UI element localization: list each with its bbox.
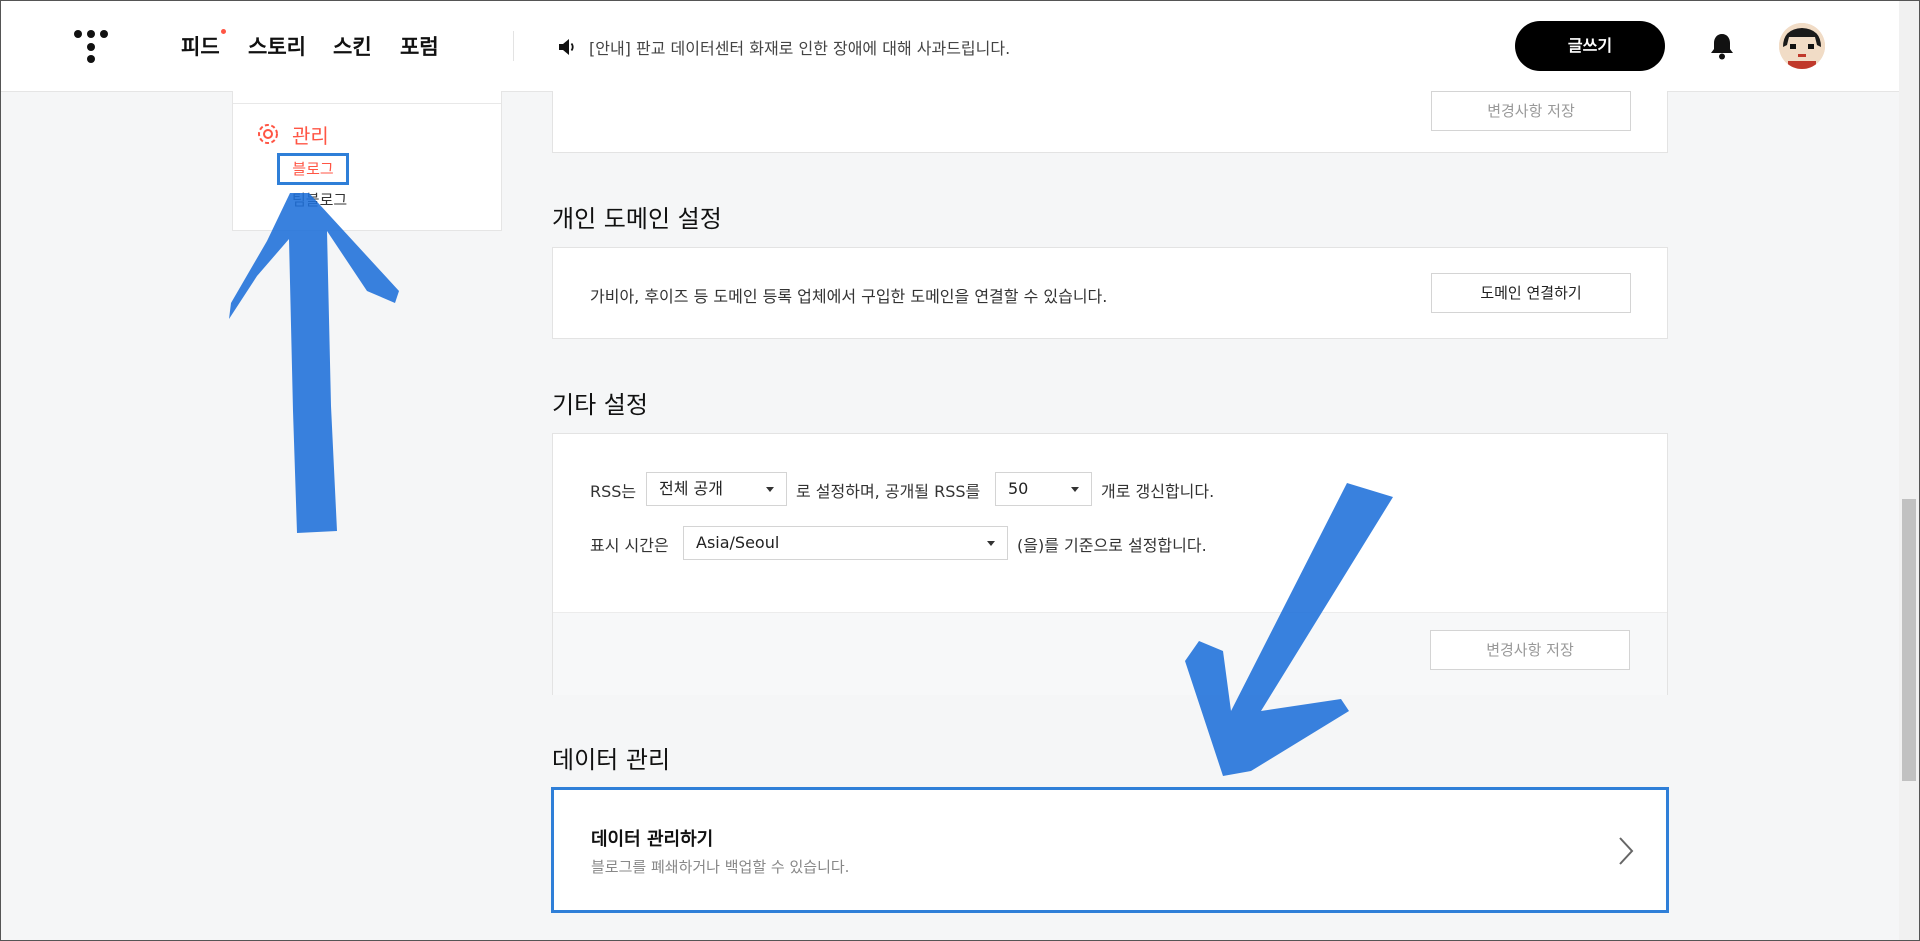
nav-feed-label: 피드 (181, 35, 220, 59)
dropdown-caret-icon (1071, 487, 1079, 492)
etc-section-title: 기타 설정 (552, 391, 648, 419)
timezone-suffix-text: (을)를 기준으로 설정합니다. (1017, 536, 1207, 555)
nav-forum[interactable]: 포럼 (400, 31, 439, 61)
new-indicator-dot (220, 29, 226, 34)
rss-visibility-value: 전체 공개 (659, 479, 723, 498)
rss-count-value: 50 (1008, 479, 1029, 498)
nav-feed[interactable]: 피드 (181, 29, 226, 61)
etc-save-button[interactable]: 변경사항 저장 (1430, 630, 1630, 670)
nav-skin-label: 스킨 (333, 35, 372, 59)
sidebar-divider (233, 103, 501, 104)
notice-banner[interactable]: [안내] 판교 데이터센터 화재로 인한 장애에 대해 사과드립니다. (557, 35, 1010, 59)
dropdown-caret-icon (766, 487, 774, 492)
rss-visibility-select[interactable]: 전체 공개 (646, 472, 787, 506)
previous-save-button[interactable]: 변경사항 저장 (1431, 91, 1631, 131)
annotation-arrow-up-icon (229, 193, 399, 533)
domain-section-card: 가비아, 후이즈 등 도메인 등록 업체에서 구입한 도메인을 연결할 수 있습… (552, 247, 1668, 339)
top-header: 피드 스토리 스킨 포럼 [안내] 판교 데이터센터 화재로 인한 장애에 대해… (1, 1, 1899, 92)
notice-text: [안내] 판교 데이터센터 화재로 인한 장애에 대해 사과드립니다. (589, 39, 1011, 58)
scrollbar-thumb[interactable] (1902, 499, 1916, 781)
sidebar-subitem-blog[interactable]: 블로그 (277, 153, 349, 185)
nav-forum-label: 포럼 (400, 35, 439, 59)
nav-story[interactable]: 스토리 (248, 31, 306, 61)
nav-story-label: 스토리 (248, 35, 306, 59)
rss-mid-text: 로 설정하며, 공개될 RSS를 (796, 482, 981, 501)
manage-data-description: 블로그를 폐쇄하거나 백업할 수 있습니다. (591, 858, 850, 876)
timezone-value: Asia/Seoul (696, 533, 780, 552)
domain-section-title: 개인 도메인 설정 (552, 205, 722, 233)
chevron-right-icon (1619, 837, 1634, 865)
manage-data-title: 데이터 관리하기 (591, 829, 714, 850)
timezone-select[interactable]: Asia/Seoul (683, 526, 1008, 560)
vertical-scrollbar[interactable] (1899, 1, 1919, 940)
domain-description: 가비아, 후이즈 등 도메인 등록 업체에서 구입한 도메인을 연결할 수 있습… (590, 287, 1108, 306)
timezone-prefix-text: 표시 시간은 (590, 536, 669, 555)
connect-domain-button[interactable]: 도메인 연결하기 (1431, 273, 1631, 313)
etc-section-card: RSS는 전체 공개 로 설정하며, 공개될 RSS를 50 개로 갱신합니다.… (552, 433, 1668, 695)
tistory-logo[interactable] (73, 29, 109, 63)
user-avatar[interactable] (1779, 23, 1825, 69)
previous-section-card: 변경사항 저장 (552, 91, 1668, 153)
annotation-arrow-down-icon (1185, 483, 1393, 776)
speaker-icon (559, 39, 574, 55)
etc-card-footer: 변경사항 저장 (553, 612, 1667, 695)
dropdown-caret-icon (987, 541, 995, 546)
nav-skin[interactable]: 스킨 (333, 31, 372, 61)
avatar-image (1779, 23, 1825, 69)
notification-bell-icon[interactable] (1709, 32, 1735, 60)
write-post-button[interactable]: 글쓰기 (1515, 21, 1665, 71)
data-section-title: 데이터 관리 (552, 746, 671, 774)
manage-data-card[interactable]: 데이터 관리하기 블로그를 폐쇄하거나 백업할 수 있습니다. (551, 787, 1669, 913)
nav-divider (513, 31, 514, 61)
rss-count-select[interactable]: 50 (995, 472, 1092, 506)
rss-prefix-text: RSS는 (590, 482, 637, 501)
sidebar-item-manage[interactable]: 관리 (292, 120, 329, 149)
browser-viewport: 피드 스토리 스킨 포럼 [안내] 판교 데이터센터 화재로 인한 장애에 대해… (0, 0, 1920, 941)
gear-icon (258, 124, 278, 144)
